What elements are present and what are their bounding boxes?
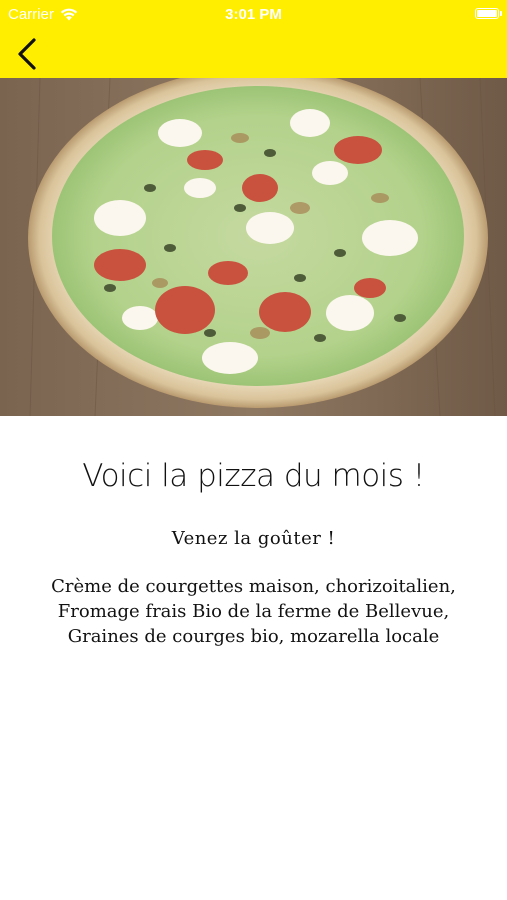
status-bar: Carrier 3:01 PM — [0, 0, 507, 28]
back-button[interactable] — [10, 34, 50, 74]
description-line: Fromage frais Bio de la ferme de Bellevu… — [57, 601, 450, 622]
pizza-description: Crème de courgettes maison, chorizoitali… — [20, 574, 487, 649]
battery-icon — [475, 8, 502, 19]
description-line: Graines de courges bio, mozarella locale — [67, 626, 440, 647]
page-title: Voici la pizza du mois ! — [82, 458, 425, 494]
page-subtitle: Venez la goûter ! — [171, 528, 336, 549]
nav-bar — [0, 28, 507, 78]
status-time: 3:01 PM — [225, 6, 282, 23]
chevron-left-icon — [18, 38, 36, 70]
description-line: Crème de courgettes maison, chorizoitali… — [51, 576, 456, 597]
pizza-photo — [0, 78, 507, 416]
